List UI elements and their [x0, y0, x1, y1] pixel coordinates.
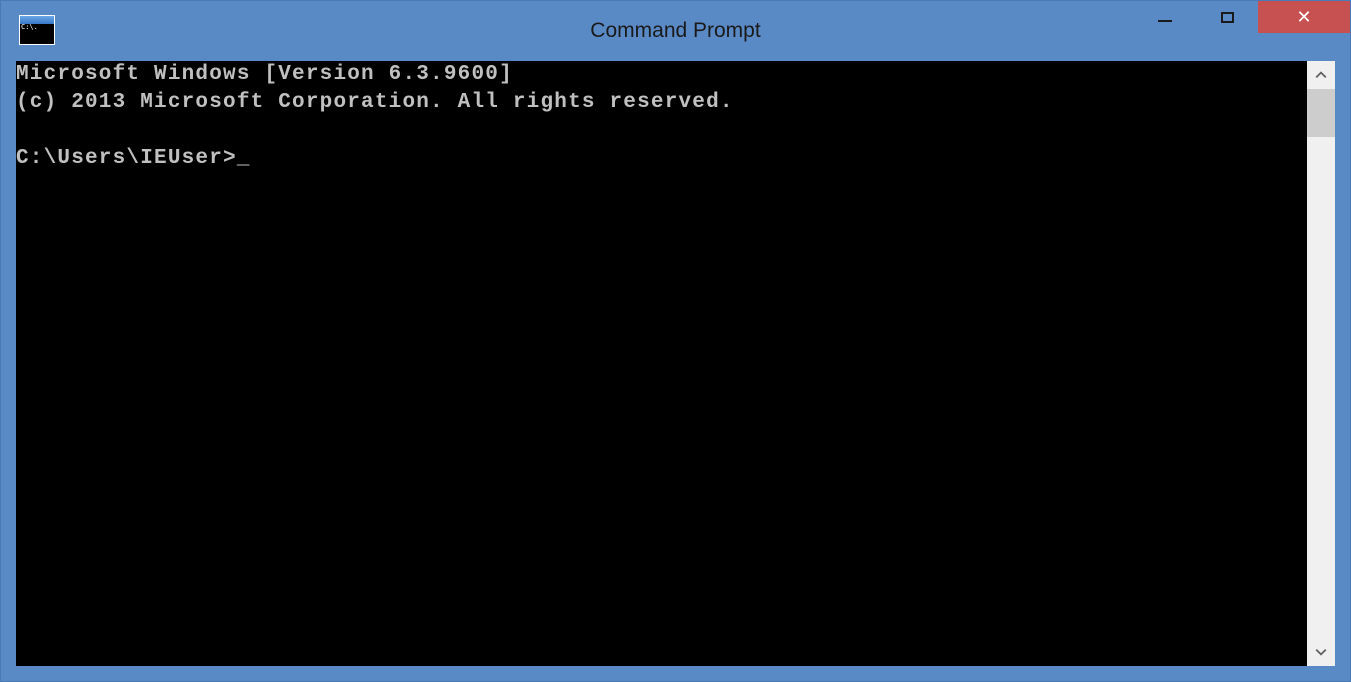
scroll-down-button[interactable]: [1307, 638, 1335, 666]
console-prompt[interactable]: C:\Users\IEUser>: [16, 147, 237, 170]
console-output[interactable]: Microsoft Windows [Version 6.3.9600] (c)…: [16, 61, 1307, 666]
command-prompt-window: C:\. Command Prompt ✕ Microsoft Windows …: [0, 0, 1351, 682]
scroll-track[interactable]: [1307, 89, 1335, 638]
close-button[interactable]: ✕: [1258, 1, 1350, 33]
maximize-button[interactable]: [1196, 1, 1258, 33]
client-area: Microsoft Windows [Version 6.3.9600] (c)…: [16, 61, 1335, 666]
scroll-up-button[interactable]: [1307, 61, 1335, 89]
minimize-button[interactable]: [1134, 1, 1196, 33]
minimize-icon: [1158, 20, 1172, 22]
window-controls: ✕: [1134, 1, 1350, 33]
titlebar[interactable]: C:\. Command Prompt ✕: [1, 1, 1350, 61]
window-title: Command Prompt: [590, 19, 760, 43]
console-line-copyright: (c) 2013 Microsoft Corporation. All righ…: [16, 91, 734, 114]
maximize-icon: [1221, 12, 1234, 23]
cursor: _: [237, 147, 251, 170]
vertical-scrollbar[interactable]: [1307, 61, 1335, 666]
cmd-app-icon[interactable]: C:\.: [19, 15, 55, 45]
scroll-thumb[interactable]: [1307, 89, 1335, 137]
chevron-down-icon: [1315, 646, 1327, 658]
cmd-app-icon-text: C:\.: [20, 24, 54, 44]
console-line-version: Microsoft Windows [Version 6.3.9600]: [16, 63, 513, 86]
chevron-up-icon: [1315, 69, 1327, 81]
